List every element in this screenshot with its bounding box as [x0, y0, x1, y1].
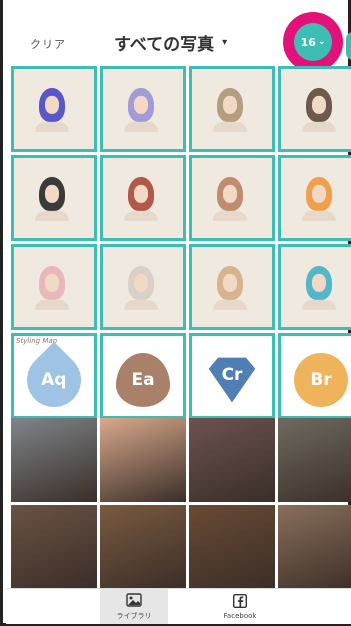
chevron-down-icon: ⌄ — [317, 37, 326, 47]
album-title: すべての写真 — [114, 35, 215, 55]
selection-count-highlight[interactable]: 16 ⌄ — [283, 12, 343, 72]
hair-color-preview-tile[interactable] — [11, 155, 97, 241]
hair-color-preview-tile[interactable] — [189, 244, 275, 330]
model-portrait — [302, 176, 336, 221]
hair-color-preview-tile[interactable] — [100, 155, 186, 241]
model-portrait — [35, 176, 69, 221]
hair-color-preview-tile[interactable] — [11, 244, 97, 330]
model-portrait — [35, 265, 69, 310]
model-portrait — [213, 87, 247, 132]
next-step-tab[interactable] — [346, 32, 351, 60]
swatch-code: Cr — [221, 365, 243, 385]
swatch-code: Br — [310, 370, 332, 390]
photo-library-grid — [11, 418, 351, 589]
library-photo[interactable] — [278, 505, 351, 589]
hair-color-preview-tile[interactable] — [100, 66, 186, 152]
color-swatch-cr: Cr — [205, 353, 259, 407]
library-photo[interactable] — [278, 418, 351, 502]
header-bar: クリア すべての写真 ▾ 16 ⌄ — [6, 12, 351, 72]
library-photo[interactable] — [11, 418, 97, 502]
app-screen: クリア すべての写真 ▾ 16 ⌄ Styling Map Aq Ea Cr Br ライ… — [0, 0, 351, 626]
color-swatch-tile[interactable]: Styling Map Aq — [11, 333, 97, 419]
library-photo[interactable] — [189, 418, 275, 502]
model-portrait — [124, 87, 158, 132]
swatch-code: Ea — [131, 370, 155, 390]
swatch-code: Aq — [41, 370, 67, 391]
color-swatch-br: Br — [294, 353, 348, 407]
caret-down-icon: ▾ — [222, 37, 228, 48]
hair-color-preview-tile[interactable] — [11, 66, 97, 152]
hair-color-preview-tile[interactable] — [278, 244, 351, 330]
model-portrait — [213, 265, 247, 310]
model-portrait — [124, 176, 158, 221]
model-portrait — [302, 87, 336, 132]
model-portrait — [213, 176, 247, 221]
selection-count: 16 — [300, 35, 316, 49]
color-swatch-tile[interactable]: Ea — [100, 333, 186, 419]
model-portrait — [302, 265, 336, 310]
facebook-icon — [232, 593, 248, 612]
tab-facebook[interactable]: Facebook — [206, 589, 274, 624]
tab-library-label: ライブラリ — [116, 611, 152, 620]
clear-button[interactable]: クリア — [30, 36, 66, 52]
library-photo[interactable] — [100, 505, 186, 589]
hair-color-preview-tile[interactable] — [278, 66, 351, 152]
hair-color-preview-tile[interactable] — [100, 244, 186, 330]
tab-library[interactable]: ライブラリ — [100, 589, 168, 624]
library-photo[interactable] — [11, 505, 97, 589]
color-swatch-aq: Aq — [15, 341, 93, 416]
tab-facebook-label: Facebook — [223, 611, 257, 620]
model-portrait — [35, 87, 69, 132]
photo-icon — [126, 592, 142, 611]
hair-color-preview-tile[interactable] — [189, 155, 275, 241]
library-photo[interactable] — [189, 505, 275, 589]
bottom-tab-bar: ライブラリ Facebook — [6, 588, 351, 624]
selection-count-button[interactable]: 16 ⌄ — [294, 23, 332, 61]
hair-color-preview-tile[interactable] — [189, 66, 275, 152]
color-swatch-tile[interactable]: Cr — [189, 333, 275, 419]
model-portrait — [124, 265, 158, 310]
album-selector[interactable]: すべての写真 ▾ — [114, 30, 227, 55]
color-swatch-ea: Ea — [116, 353, 170, 407]
color-swatch-tile[interactable]: Br — [278, 333, 351, 419]
hair-color-preview-tile[interactable] — [278, 155, 351, 241]
library-photo[interactable] — [100, 418, 186, 502]
hair-color-grid: Styling Map Aq Ea Cr Br — [11, 66, 351, 419]
